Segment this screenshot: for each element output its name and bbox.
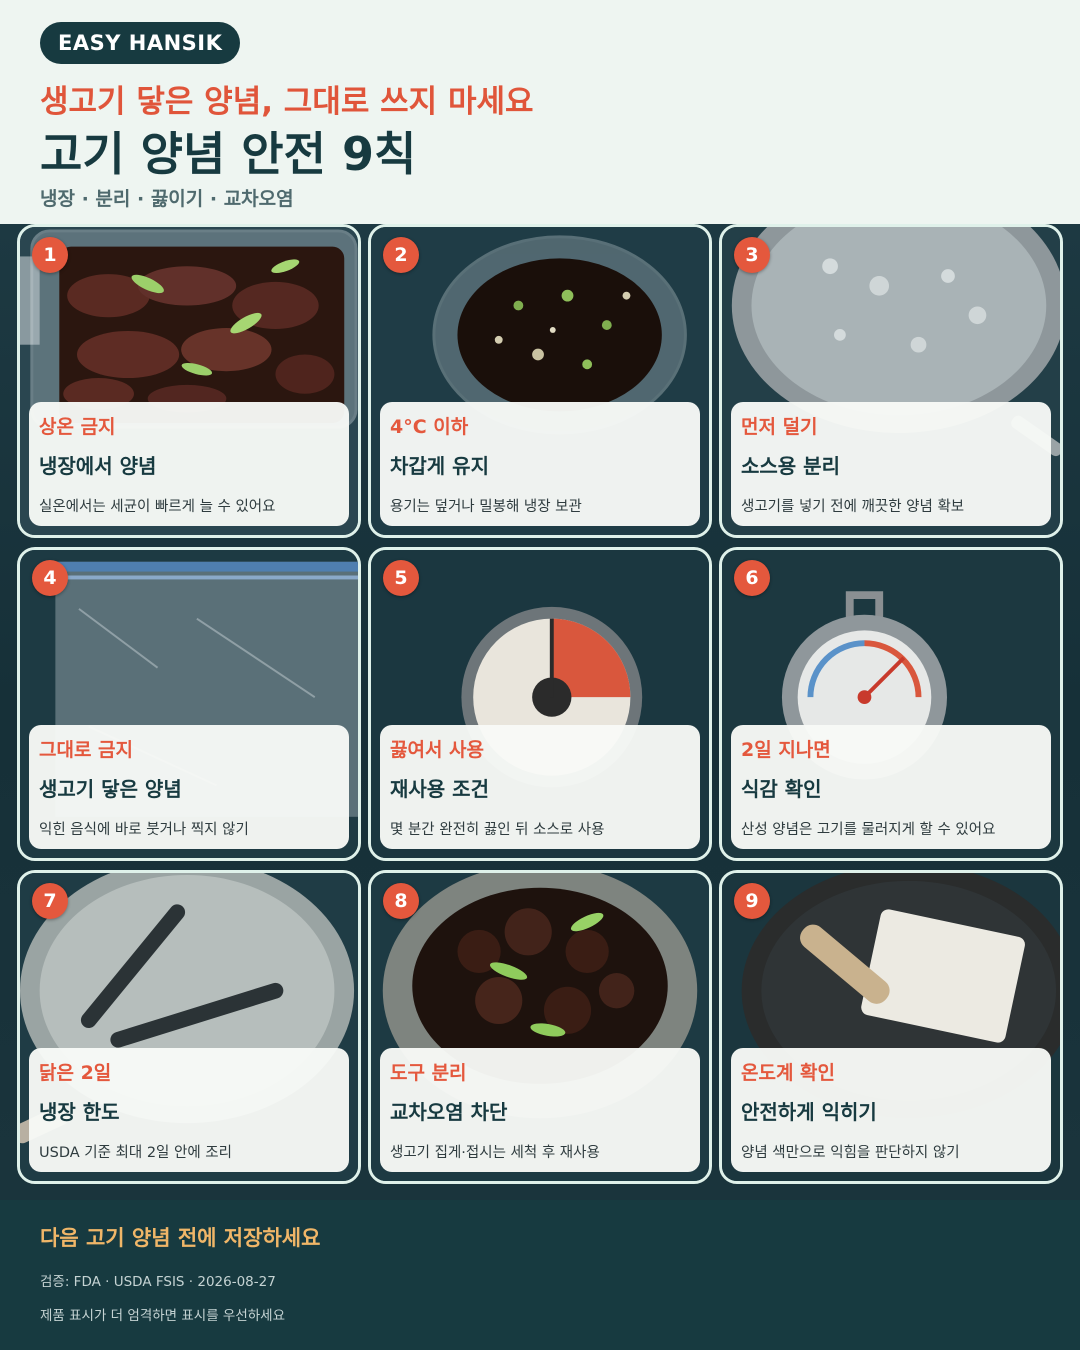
header: EASY HANSIK 생고기 닿은 양념, 그대로 쓰지 마세요 고기 양념 … xyxy=(0,0,1080,224)
tip-kicker: 먼저 덜기 xyxy=(741,416,818,438)
tip-kicker: 온도계 확인 xyxy=(741,1062,836,1084)
tip-headline: 재사용 조건 xyxy=(390,777,489,801)
tip-headline: 식감 확인 xyxy=(741,777,822,801)
tip-info-panel: 4°C 이하 차갑게 유지 용기는 덮거나 밀봉해 냉장 보관 xyxy=(380,402,700,526)
headline: 생고기 닿은 양념, 그대로 쓰지 마세요 xyxy=(40,84,534,120)
tip-info-panel: 그대로 금지 생고기 닿은 양념 익힌 음식에 바로 붓거나 찍지 않기 xyxy=(29,725,349,849)
tip-card: 9 온도계 확인 안전하게 익히기 양념 색만으로 익힘을 판단하지 않기 xyxy=(719,870,1063,1184)
tip-kicker: 상온 금지 xyxy=(39,416,116,438)
tip-kicker: 2일 지나면 xyxy=(741,739,831,761)
tip-kicker: 닭은 2일 xyxy=(39,1062,112,1084)
step-number-badge: 3 xyxy=(734,237,770,273)
tip-info-panel: 끓여서 사용 재사용 조건 몇 분간 완전히 끓인 뒤 소스로 사용 xyxy=(380,725,700,849)
tip-card: 3 먼저 덜기 소스용 분리 생고기를 넣기 전에 깨끗한 양념 확보 xyxy=(719,224,1063,538)
tip-headline: 냉장에서 양념 xyxy=(39,454,157,478)
step-number-badge: 4 xyxy=(32,560,68,596)
tip-info-panel: 도구 분리 교차오염 차단 생고기 집게·접시는 세척 후 재사용 xyxy=(380,1048,700,1172)
tip-description: 산성 양념은 고기를 물러지게 할 수 있어요 xyxy=(741,822,996,838)
tip-description: 생고기를 넣기 전에 깨끗한 양념 확보 xyxy=(741,499,965,515)
tip-info-panel: 먼저 덜기 소스용 분리 생고기를 넣기 전에 깨끗한 양념 확보 xyxy=(731,402,1051,526)
tip-headline: 차갑게 유지 xyxy=(390,454,489,478)
step-number-badge: 1 xyxy=(32,237,68,273)
tip-info-panel: 2일 지나면 식감 확인 산성 양념은 고기를 물러지게 할 수 있어요 xyxy=(731,725,1051,849)
tip-info-panel: 닭은 2일 냉장 한도 USDA 기준 최대 2일 안에 조리 xyxy=(29,1048,349,1172)
tip-info-panel: 상온 금지 냉장에서 양념 실온에서는 세균이 빠르게 늘 수 있어요 xyxy=(29,402,349,526)
label-note: 제품 표시가 더 엄격하면 표시를 우선하세요 xyxy=(40,1308,286,1324)
tip-kicker: 4°C 이하 xyxy=(390,416,469,438)
step-number-badge: 7 xyxy=(32,883,68,919)
tip-headline: 생고기 닿은 양념 xyxy=(39,777,182,801)
tip-description: 생고기 집게·접시는 세척 후 재사용 xyxy=(390,1145,600,1161)
tip-info-panel: 온도계 확인 안전하게 익히기 양념 색만으로 익힘을 판단하지 않기 xyxy=(731,1048,1051,1172)
tip-description: 몇 분간 완전히 끓인 뒤 소스로 사용 xyxy=(390,822,605,838)
step-number-badge: 9 xyxy=(734,883,770,919)
tip-card: 2 4°C 이하 차갑게 유지 용기는 덮거나 밀봉해 냉장 보관 xyxy=(368,224,712,538)
step-number-badge: 8 xyxy=(383,883,419,919)
brand-badge: EASY HANSIK xyxy=(40,22,241,64)
step-number-badge: 5 xyxy=(383,560,419,596)
topic-tags: 냉장 · 분리 · 끓이기 · 교차오염 xyxy=(40,188,294,210)
tip-description: USDA 기준 최대 2일 안에 조리 xyxy=(39,1145,232,1161)
tip-description: 실온에서는 세균이 빠르게 늘 수 있어요 xyxy=(39,499,276,515)
tip-kicker: 끓여서 사용 xyxy=(390,739,485,761)
tip-headline: 소스용 분리 xyxy=(741,454,840,478)
page-title: 고기 양념 안전 9칙 xyxy=(40,127,417,181)
tip-description: 용기는 덮거나 밀봉해 냉장 보관 xyxy=(390,499,582,515)
tips-grid: 1 상온 금지 냉장에서 양념 실온에서는 세균이 빠르게 늘 수 있어요 2 … xyxy=(0,224,1080,1200)
tip-kicker: 그대로 금지 xyxy=(39,739,134,761)
tip-card: 1 상온 금지 냉장에서 양념 실온에서는 세균이 빠르게 늘 수 있어요 xyxy=(17,224,361,538)
tip-headline: 냉장 한도 xyxy=(39,1100,120,1124)
tip-card: 7 닭은 2일 냉장 한도 USDA 기준 최대 2일 안에 조리 xyxy=(17,870,361,1184)
tip-description: 익힌 음식에 바로 붓거나 찍지 않기 xyxy=(39,822,249,838)
tip-card: 5 끓여서 사용 재사용 조건 몇 분간 완전히 끓인 뒤 소스로 사용 xyxy=(368,547,712,861)
footer: 다음 고기 양념 전에 저장하세요 검증: FDA · USDA FSIS · … xyxy=(0,1200,1080,1350)
source-citation: 검증: FDA · USDA FSIS · 2026-08-27 xyxy=(40,1274,276,1290)
step-number-badge: 6 xyxy=(734,560,770,596)
tip-card: 6 2일 지나면 식감 확인 산성 양념은 고기를 물러지게 할 수 있어요 xyxy=(719,547,1063,861)
tip-kicker: 도구 분리 xyxy=(390,1062,467,1084)
save-reminder: 다음 고기 양념 전에 저장하세요 xyxy=(40,1226,321,1250)
step-number-badge: 2 xyxy=(383,237,419,273)
tip-card: 8 도구 분리 교차오염 차단 생고기 집게·접시는 세척 후 재사용 xyxy=(368,870,712,1184)
tip-headline: 교차오염 차단 xyxy=(390,1100,508,1124)
tip-headline: 안전하게 익히기 xyxy=(741,1100,877,1124)
tip-description: 양념 색만으로 익힘을 판단하지 않기 xyxy=(741,1145,960,1161)
tip-card: 4 그대로 금지 생고기 닿은 양념 익힌 음식에 바로 붓거나 찍지 않기 xyxy=(17,547,361,861)
